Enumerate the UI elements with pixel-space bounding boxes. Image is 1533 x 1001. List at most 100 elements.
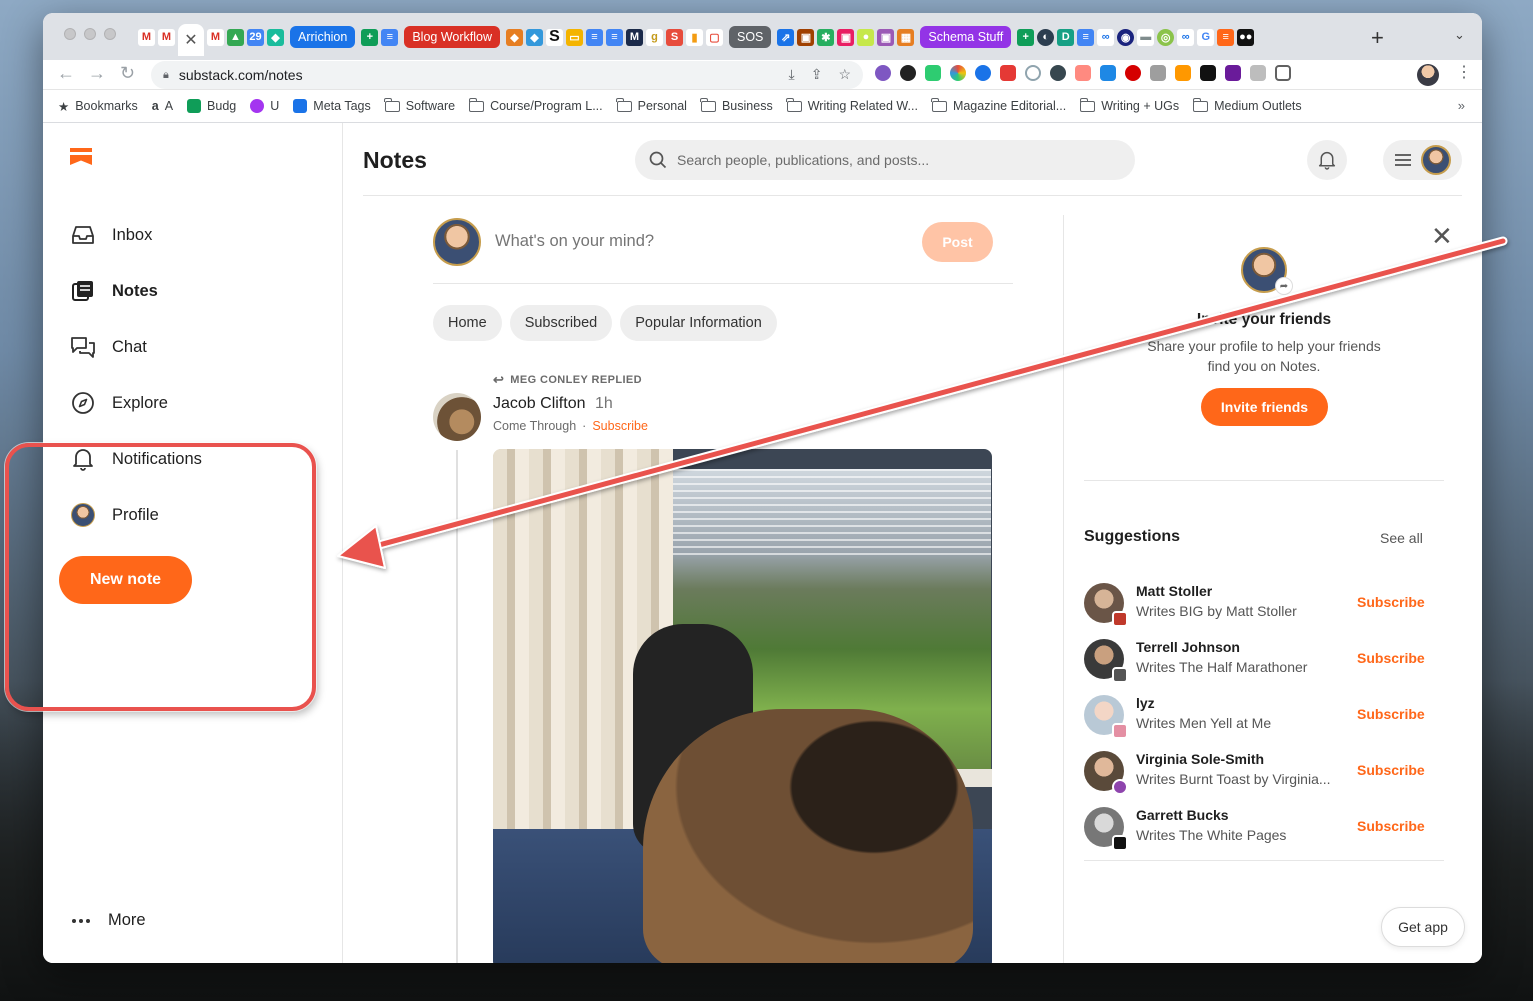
- app-tab[interactable]: ●●: [1237, 28, 1255, 46]
- app-tab[interactable]: ◐: [1037, 28, 1055, 46]
- tab-group-schema-stuff[interactable]: Schema Stuff: [920, 26, 1012, 48]
- substack-tab[interactable]: ≡: [1217, 28, 1235, 46]
- bookmark-folder[interactable]: Writing Related W...: [786, 97, 918, 113]
- app-tab[interactable]: ◆: [267, 28, 284, 46]
- app-tab[interactable]: ●: [857, 28, 875, 46]
- calendar-tab[interactable]: 29: [247, 28, 264, 46]
- new-note-button[interactable]: New note: [59, 556, 192, 604]
- tab-group-arrichion[interactable]: Arrichion: [290, 26, 356, 48]
- extension-icon[interactable]: [1025, 65, 1041, 81]
- close-window-button[interactable]: [64, 28, 76, 40]
- chevron-down-icon[interactable]: ⌄: [1454, 27, 1465, 43]
- app-tab[interactable]: g: [646, 28, 663, 46]
- extension-icon[interactable]: [1000, 65, 1016, 81]
- app-tab[interactable]: S: [546, 28, 563, 46]
- app-tab[interactable]: D: [1057, 28, 1075, 46]
- browser-profile-avatar[interactable]: [1417, 64, 1439, 86]
- sidebar-item-explore[interactable]: Explore: [70, 390, 168, 416]
- app-tab[interactable]: ◆: [526, 28, 543, 46]
- install-icon[interactable]: ⤓: [789, 66, 795, 83]
- sheets-tab[interactable]: +: [361, 28, 379, 46]
- bookmark-folder[interactable]: Writing + UGs: [1079, 97, 1179, 113]
- post-author-avatar[interactable]: [433, 393, 481, 441]
- sidepanel-icon[interactable]: [1275, 65, 1291, 81]
- folder-tab[interactable]: ▭: [566, 28, 583, 46]
- extension-icon[interactable]: [1200, 65, 1216, 81]
- sidebar-item-notes[interactable]: Notes: [70, 278, 158, 304]
- app-tab[interactable]: ◉: [1117, 28, 1135, 46]
- bookmark-item[interactable]: aA: [152, 99, 173, 113]
- app-tab[interactable]: ▬: [1137, 28, 1155, 46]
- sidebar-item-inbox[interactable]: Inbox: [70, 222, 152, 248]
- subscribe-button[interactable]: Subscribe: [1357, 594, 1425, 610]
- app-tab[interactable]: S: [666, 28, 683, 46]
- tab-subscribed[interactable]: Subscribed: [509, 305, 613, 341]
- account-menu-button[interactable]: [1383, 140, 1462, 180]
- sidebar-item-chat[interactable]: Chat: [70, 334, 147, 360]
- get-app-button[interactable]: Get app: [1381, 907, 1465, 947]
- app-tab[interactable]: ✱: [817, 28, 835, 46]
- tab-group-blog-workflow[interactable]: Blog Workflow: [404, 26, 500, 48]
- extension-icon[interactable]: [975, 65, 991, 81]
- docs-tab[interactable]: ≡: [586, 28, 603, 46]
- tab-home[interactable]: Home: [433, 305, 502, 341]
- app-tab[interactable]: ∞: [1177, 28, 1195, 46]
- tab-popular-information[interactable]: Popular Information: [620, 305, 777, 341]
- extension-icon[interactable]: [1175, 65, 1191, 81]
- app-tab[interactable]: ▣: [837, 28, 855, 46]
- bookmark-item[interactable]: Budg: [187, 99, 236, 113]
- address-bar[interactable]: 🔒︎ substack.com/notes ⤓ ⇪ ☆: [151, 61, 863, 89]
- gmail-tab[interactable]: M: [158, 28, 175, 46]
- subscribe-button[interactable]: Subscribe: [1357, 706, 1425, 722]
- see-all-link[interactable]: See all: [1380, 530, 1423, 546]
- analytics-tab[interactable]: ▮: [686, 28, 703, 46]
- app-tab[interactable]: ∞: [1097, 28, 1115, 46]
- app-tab[interactable]: ◎: [1157, 28, 1175, 46]
- extension-icon[interactable]: [925, 65, 941, 81]
- zoom-window-button[interactable]: [104, 28, 116, 40]
- bookmark-folder[interactable]: Personal: [616, 97, 687, 113]
- notifications-button[interactable]: [1307, 140, 1347, 180]
- extension-icon[interactable]: [1225, 65, 1241, 81]
- extension-icon[interactable]: [900, 65, 916, 81]
- sheets-tab[interactable]: +: [1017, 28, 1035, 46]
- bookmark-folder[interactable]: Course/Program L...: [468, 97, 603, 113]
- bookmark-item[interactable]: ★ Bookmarks: [58, 99, 138, 114]
- extension-icon[interactable]: [1100, 65, 1116, 81]
- extension-icon[interactable]: [1125, 65, 1141, 81]
- search-input[interactable]: Search people, publications, and posts..…: [635, 140, 1135, 180]
- extension-icon[interactable]: [875, 65, 891, 81]
- puzzle-icon[interactable]: [1250, 65, 1266, 81]
- bookmark-folder[interactable]: Software: [384, 97, 455, 113]
- subscribe-button[interactable]: Subscribe: [1357, 762, 1425, 778]
- gmail-tab[interactable]: M: [138, 28, 155, 46]
- subscribe-button[interactable]: Subscribe: [1357, 650, 1425, 666]
- close-icon[interactable]: ✕: [1431, 221, 1453, 252]
- bookmark-item[interactable]: U: [250, 99, 279, 113]
- bookmark-folder[interactable]: Business: [700, 97, 773, 113]
- bookmark-star-icon[interactable]: ☆: [838, 66, 851, 83]
- subscribe-button[interactable]: Subscribe: [1357, 818, 1425, 834]
- minimize-window-button[interactable]: [84, 28, 96, 40]
- substack-logo-icon[interactable]: [70, 148, 92, 172]
- app-tab[interactable]: M: [626, 28, 643, 46]
- share-icon[interactable]: ⇪: [811, 66, 823, 83]
- active-tab-close-icon[interactable]: ✕: [178, 24, 204, 56]
- bookmark-item[interactable]: Meta Tags: [293, 99, 371, 113]
- docs-tab[interactable]: ≡: [381, 28, 399, 46]
- app-tab[interactable]: ▣: [797, 28, 815, 46]
- sidebar-item-notifications[interactable]: Notifications: [70, 446, 202, 472]
- invite-friends-button[interactable]: Invite friends: [1201, 388, 1328, 426]
- post-subscribe-link[interactable]: Subscribe: [592, 419, 648, 433]
- tab-group-sos[interactable]: SOS: [729, 26, 772, 48]
- sidebar-item-profile[interactable]: Profile: [70, 502, 159, 528]
- forward-arrow-icon[interactable]: →: [88, 63, 106, 84]
- window-controls[interactable]: [64, 28, 116, 40]
- browser-menu-icon[interactable]: ⋮: [1456, 62, 1472, 82]
- reload-icon[interactable]: ↻: [120, 63, 135, 84]
- drive-tab[interactable]: ▲: [227, 28, 244, 46]
- extension-icon[interactable]: [1050, 65, 1066, 81]
- app-tab[interactable]: ◆: [506, 28, 523, 46]
- app-tab[interactable]: ▣: [877, 28, 895, 46]
- sidebar-more[interactable]: More: [72, 911, 146, 930]
